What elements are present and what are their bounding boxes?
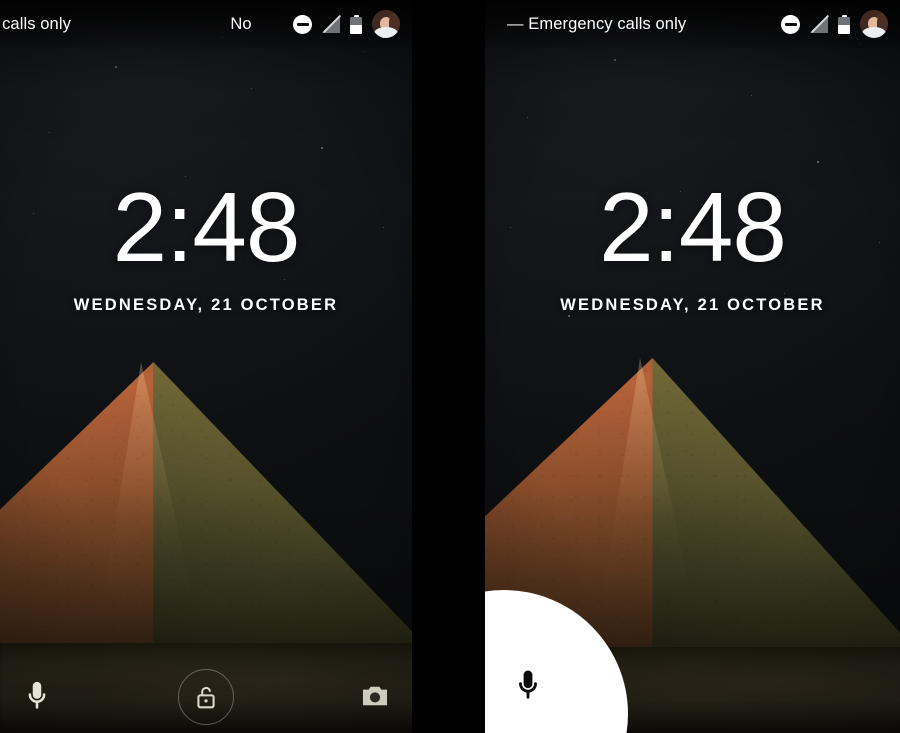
unlock-button[interactable]	[178, 669, 234, 725]
lock-screen-panel-right: — Emergency calls only 2:48 WEDNESDAY, 2…	[485, 0, 900, 733]
clock-block-right: 2:48 WEDNESDAY, 21 OCTOBER	[485, 178, 900, 315]
voice-assist-mic-button[interactable]	[20, 679, 54, 713]
clock-time: 2:48	[112, 172, 301, 282]
do-not-disturb-icon[interactable]	[293, 14, 312, 34]
clock-date: WEDNESDAY, 21 OCTOBER	[73, 296, 339, 314]
status-icons-right	[781, 10, 900, 38]
battery-icon[interactable]	[350, 14, 362, 34]
do-not-disturb-icon[interactable]	[781, 14, 800, 34]
carrier-label-right: Emergency calls only	[528, 15, 687, 33]
battery-icon[interactable]	[838, 14, 850, 34]
carrier-marquee-left: ergency calls only No	[0, 12, 293, 36]
carrier-label-left: ergency calls only	[0, 15, 71, 33]
wallpaper-left	[0, 0, 412, 733]
signal-off-icon[interactable]	[322, 14, 342, 34]
assistant-mic-button[interactable]	[511, 665, 545, 705]
wallpaper-vignette	[0, 0, 412, 733]
unlock-icon	[197, 686, 215, 709]
signal-off-icon[interactable]	[810, 14, 830, 34]
clock-block-left: 2:48 WEDNESDAY, 21 OCTOBER	[0, 178, 412, 315]
camera-button[interactable]	[358, 679, 392, 713]
microphone-icon	[28, 681, 46, 709]
lock-screen-panel-left: ergency calls only No	[0, 0, 412, 733]
status-icons-left	[293, 10, 412, 38]
avatar[interactable]	[860, 10, 888, 38]
carrier-label-left-secondary: No	[230, 15, 252, 33]
panel-divider	[412, 0, 485, 733]
lock-screen-comparison-screenshot: ergency calls only No	[0, 0, 900, 733]
carrier-prefix-dash: —	[507, 15, 524, 33]
clock-time: 2:48	[599, 172, 787, 282]
microphone-icon	[519, 670, 537, 699]
carrier-marquee-right: — Emergency calls only	[485, 12, 781, 36]
status-bar-right: — Emergency calls only	[485, 0, 900, 48]
avatar[interactable]	[372, 10, 400, 38]
camera-icon	[362, 686, 388, 706]
status-bar-left: ergency calls only No	[0, 0, 412, 48]
clock-date: WEDNESDAY, 21 OCTOBER	[560, 296, 825, 314]
